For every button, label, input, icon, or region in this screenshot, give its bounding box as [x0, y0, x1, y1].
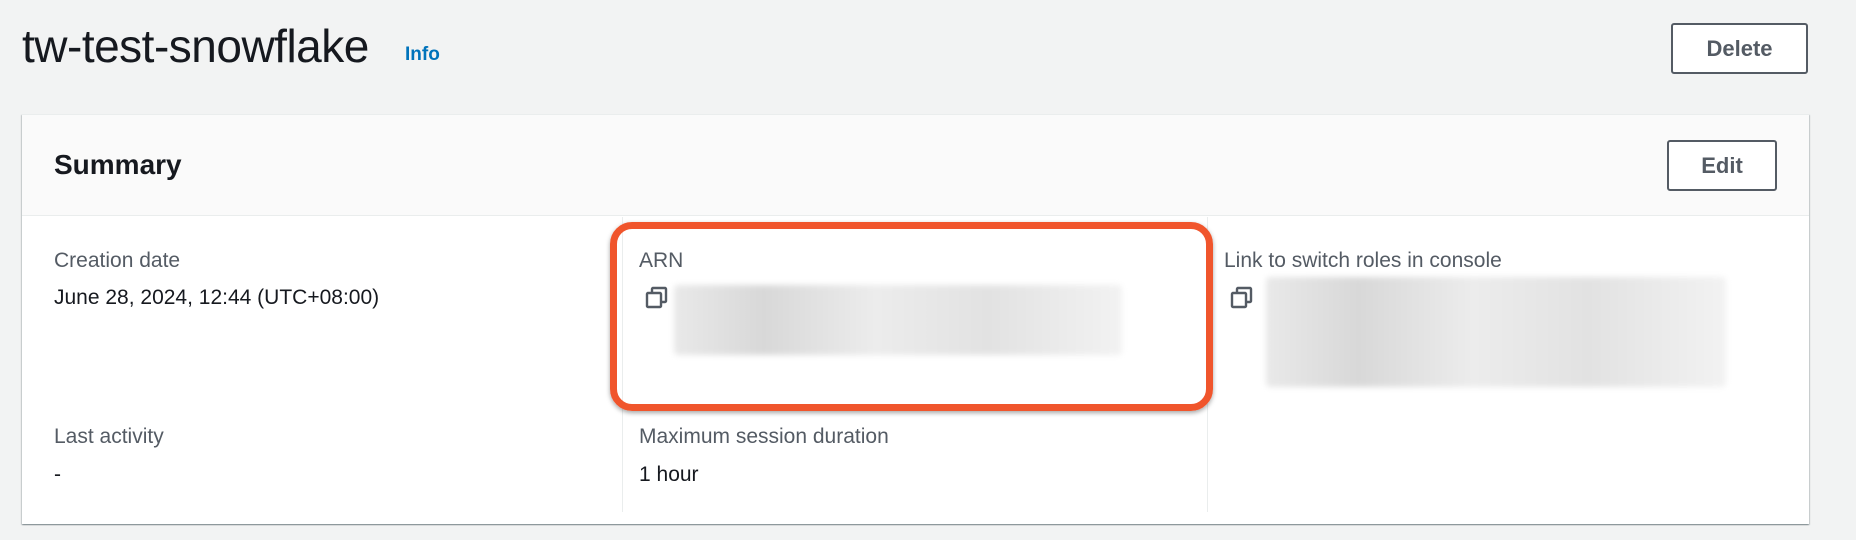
edit-button[interactable]: Edit [1667, 140, 1777, 191]
switch-role-link-label: Link to switch roles in console [1224, 249, 1502, 272]
max-session-duration-value: 1 hour [639, 463, 699, 486]
page-title: tw-test-snowflake [22, 20, 369, 72]
switch-role-link-redacted[interactable] [1266, 277, 1726, 387]
summary-header: Summary Edit [22, 115, 1809, 216]
max-session-duration-label: Maximum session duration [639, 425, 889, 448]
copy-icon[interactable] [644, 285, 670, 311]
column-divider [1207, 217, 1208, 512]
last-activity-label: Last activity [54, 425, 164, 448]
column-divider [622, 217, 623, 512]
creation-date-value: June 28, 2024, 12:44 (UTC+08:00) [54, 286, 380, 309]
summary-title: Summary [54, 149, 182, 180]
last-activity-value: - [54, 463, 61, 486]
delete-button[interactable]: Delete [1671, 23, 1808, 74]
creation-date-label: Creation date [54, 249, 181, 272]
copy-icon[interactable] [1229, 285, 1255, 311]
info-link[interactable]: Info [405, 43, 440, 67]
arn-label: ARN [639, 249, 684, 272]
arn-value-redacted [674, 285, 1122, 355]
summary-container: Summary Edit Creation date June 28, 2024… [22, 114, 1809, 524]
